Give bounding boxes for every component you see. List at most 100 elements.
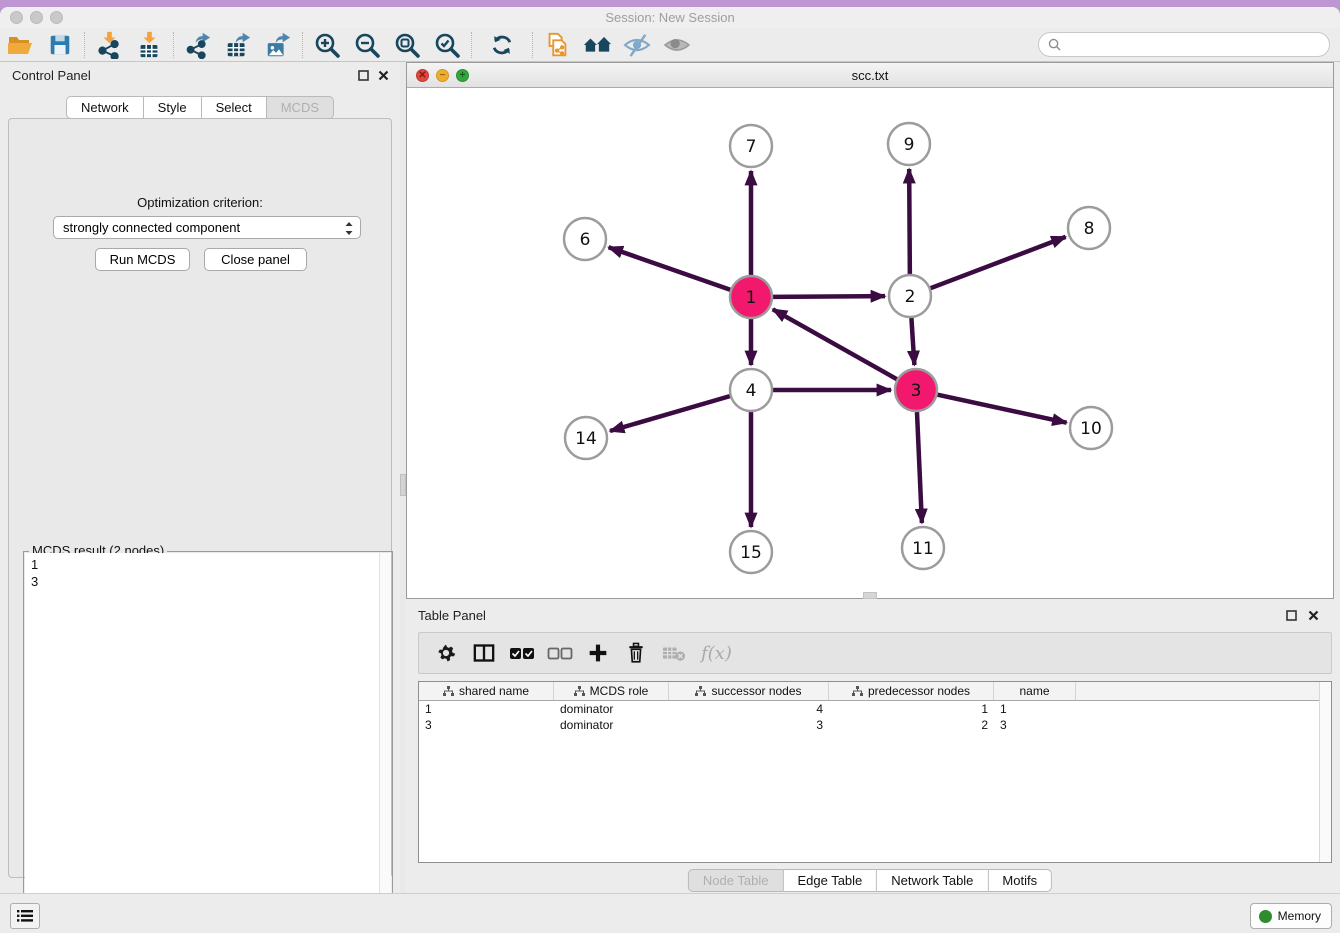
column-header-successor-nodes[interactable]: successor nodes <box>669 682 829 700</box>
graph-edge-1-6[interactable] <box>609 247 731 289</box>
table-cell[interactable]: 3 <box>994 717 1076 733</box>
control-panel-title: Control Panel <box>12 68 91 83</box>
open-file-button[interactable] <box>0 30 40 60</box>
column-header-name[interactable]: name <box>994 682 1076 700</box>
graph-node-4[interactable]: 4 <box>730 369 772 411</box>
export-network-button[interactable] <box>178 30 218 60</box>
task-history-button[interactable] <box>10 903 40 929</box>
show-all-button[interactable] <box>657 30 697 60</box>
control-panel: Control Panel Optimization criterion: st… <box>0 62 400 893</box>
column-header-MCDS-role[interactable]: MCDS role <box>554 682 669 700</box>
network-window-titlebar: ✕ − + scc.txt <box>407 63 1333 88</box>
table-cell[interactable]: dominator <box>554 701 669 717</box>
graph-edge-3-11[interactable] <box>917 412 922 523</box>
svg-text:8: 8 <box>1084 219 1095 239</box>
table-scrollbar[interactable] <box>1319 682 1331 862</box>
delete-column-button[interactable] <box>617 636 655 670</box>
search-input[interactable] <box>1066 38 1329 52</box>
graph-node-15[interactable]: 15 <box>730 531 772 573</box>
graph-node-1[interactable]: 1 <box>730 276 772 318</box>
tab-edge-table[interactable]: Edge Table <box>783 869 877 892</box>
run-mcds-button[interactable]: Run MCDS <box>95 248 190 271</box>
hide-selected-button[interactable] <box>617 30 657 60</box>
svg-text:2: 2 <box>905 287 916 307</box>
function-builder-button[interactable]: f(x) <box>701 643 732 664</box>
tab-motifs[interactable]: Motifs <box>988 869 1052 892</box>
list-icon <box>17 909 33 923</box>
graph-node-3[interactable]: 3 <box>895 369 937 411</box>
graph-edge-3-1[interactable] <box>773 309 897 379</box>
svg-text:14: 14 <box>575 429 597 449</box>
optimization-criterion-select[interactable]: strongly connected component <box>53 216 361 239</box>
graph-node-2[interactable]: 2 <box>889 275 931 317</box>
table-settings-button[interactable] <box>427 636 465 670</box>
table-cell[interactable]: dominator <box>554 717 669 733</box>
new-network-from-selection-button[interactable] <box>537 30 577 60</box>
save-session-button[interactable] <box>40 30 80 60</box>
graph-node-14[interactable]: 14 <box>565 417 607 459</box>
table-cell[interactable]: 3 <box>419 717 554 733</box>
network-canvas[interactable]: 7 9 6 8 1 2 4 3 14 10 15 11 <box>407 88 1333 598</box>
toggle-column-panel-button[interactable] <box>465 636 503 670</box>
tab-node-table[interactable]: Node Table <box>688 869 784 892</box>
graph-edge-4-14[interactable] <box>610 396 730 431</box>
column-header-predecessor-nodes[interactable]: predecessor nodes <box>829 682 994 700</box>
new-network-from-selection-icon <box>543 31 571 59</box>
close-panel-action-button[interactable]: Close panel <box>204 248 307 271</box>
refresh-layout-button[interactable] <box>482 30 522 60</box>
select-all-columns-button[interactable] <box>503 636 541 670</box>
network-graph[interactable]: 7 9 6 8 1 2 4 3 14 10 15 11 <box>407 88 1333 598</box>
table-cell[interactable]: 3 <box>669 717 829 733</box>
close-panel-button[interactable] <box>376 68 390 82</box>
table-cell[interactable]: 1 <box>419 701 554 717</box>
close-icon <box>1308 610 1319 621</box>
graph-edge-3-10[interactable] <box>937 395 1066 423</box>
graph-node-9[interactable]: 9 <box>888 123 930 165</box>
graph-node-10[interactable]: 10 <box>1070 407 1112 449</box>
zoom-in-button[interactable] <box>307 30 347 60</box>
mcds-result-text[interactable]: 1 3 <box>25 553 379 927</box>
delete-table-button[interactable] <box>655 636 693 670</box>
export-image-button[interactable] <box>258 30 298 60</box>
graph-node-8[interactable]: 8 <box>1068 207 1110 249</box>
table-float-button[interactable] <box>1284 608 1298 622</box>
column-header-shared-name[interactable]: shared name <box>419 682 554 700</box>
graph-node-7[interactable]: 7 <box>730 125 772 167</box>
tab-mcds[interactable]: MCDS <box>267 96 334 119</box>
table-cell[interactable]: 4 <box>669 701 829 717</box>
search-field[interactable] <box>1038 32 1330 57</box>
unselect-all-columns-button[interactable] <box>541 636 579 670</box>
svg-text:4: 4 <box>746 381 757 401</box>
table-cell[interactable]: 1 <box>994 701 1076 717</box>
import-network-button[interactable] <box>89 30 129 60</box>
export-table-button[interactable] <box>218 30 258 60</box>
toolbar-separator <box>173 32 174 58</box>
float-panel-button[interactable] <box>356 68 370 82</box>
memory-button[interactable]: Memory <box>1250 903 1332 929</box>
houses-icon <box>582 32 612 58</box>
graph-edge-2-9[interactable] <box>909 169 910 274</box>
graph-node-6[interactable]: 6 <box>564 218 606 260</box>
tab-network-table[interactable]: Network Table <box>877 869 988 892</box>
zoom-out-button[interactable] <box>347 30 387 60</box>
mcds-result-scrollbar[interactable] <box>379 553 391 927</box>
graph-edge-2-3[interactable] <box>911 318 914 365</box>
table-cell[interactable]: 1 <box>829 701 994 717</box>
network-resize-handle[interactable] <box>863 592 877 599</box>
tab-select[interactable]: Select <box>202 96 267 119</box>
table-close-button[interactable] <box>1306 608 1320 622</box>
zoom-selected-button[interactable] <box>427 30 467 60</box>
first-neighbors-button[interactable] <box>577 30 617 60</box>
graph-node-11[interactable]: 11 <box>902 527 944 569</box>
zoom-fit-button[interactable] <box>387 30 427 60</box>
graph-edge-2-8[interactable] <box>931 237 1066 288</box>
tab-style[interactable]: Style <box>144 96 202 119</box>
table-cell[interactable]: 2 <box>829 717 994 733</box>
create-column-button[interactable] <box>579 636 617 670</box>
table-row[interactable]: 1dominator411 <box>419 701 1331 717</box>
tab-network[interactable]: Network <box>66 96 144 119</box>
import-table-button[interactable] <box>129 30 169 60</box>
svg-text:3: 3 <box>911 381 922 401</box>
graph-edge-1-2[interactable] <box>773 296 885 297</box>
table-row[interactable]: 3dominator323 <box>419 717 1331 733</box>
